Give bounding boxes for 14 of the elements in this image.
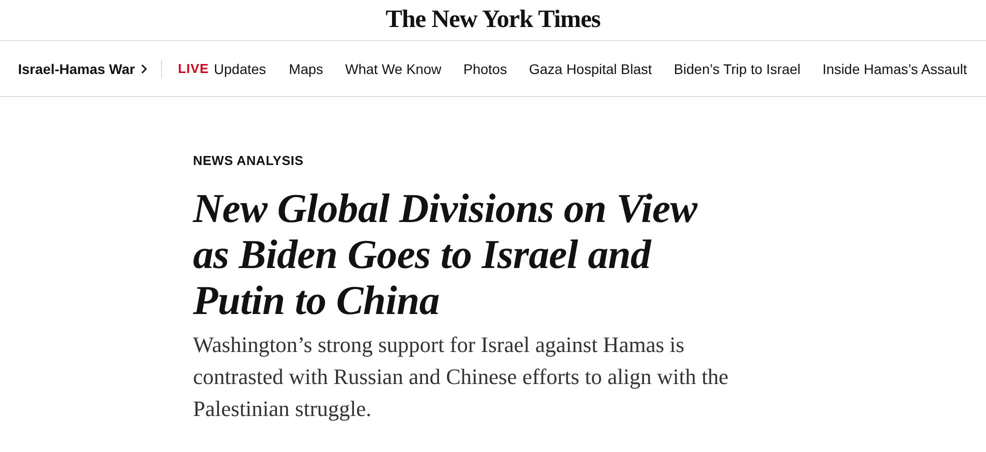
headline: New Global Divisions on View as Biden Goes to Israel and Putin to China: [193, 185, 699, 323]
nav-link[interactable]: Biden’s Trip to Israel: [674, 60, 801, 76]
updates-link[interactable]: Updates: [214, 60, 266, 76]
newspaper-logo[interactable]: The New York Times: [386, 6, 600, 34]
nav-link[interactable]: What We Know: [345, 60, 442, 76]
live-label: LIVE: [178, 61, 209, 76]
summary-text: Washington’s strong support for Israel against Hamas is contrasted with Russian and Chinese efforts to align with the Palestinian struggle.: [193, 331, 730, 423]
section-link[interactable]: Israel-Hamas War: [18, 60, 135, 76]
nav-link[interactable]: Photos: [463, 60, 507, 76]
nav-link[interactable]: Maps: [288, 60, 324, 76]
kicker-label: NEWS ANALYSIS: [193, 153, 305, 168]
nav-link[interactable]: Gaza Hospital Blast: [528, 60, 652, 76]
nav-link[interactable]: Inside Hamas’s Assault: [822, 60, 967, 76]
chevron-icon: [140, 64, 147, 74]
